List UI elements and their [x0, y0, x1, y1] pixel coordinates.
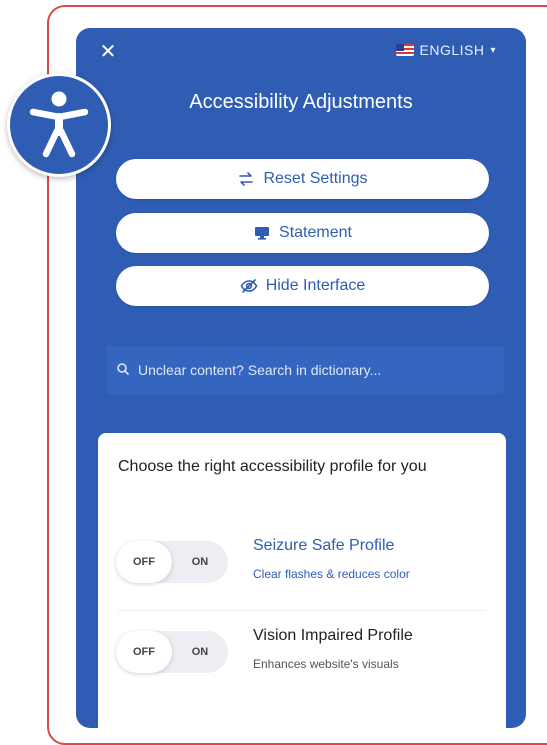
chevron-down-icon: ▾ — [490, 44, 496, 56]
profile-description: Clear flashes & reduces color — [253, 567, 410, 581]
accessibility-menu-button[interactable] — [7, 73, 111, 177]
language-label: ENGLISH — [419, 42, 485, 58]
eye-slash-icon — [240, 277, 258, 295]
reset-settings-label: Reset Settings — [263, 170, 368, 187]
monitor-icon — [253, 224, 271, 242]
hide-interface-label: Hide Interface — [265, 277, 366, 294]
reset-arrows-icon — [237, 170, 255, 188]
toggle-on-option[interactable]: ON — [172, 556, 228, 568]
profiles-card: Choose the right accessibility profile f… — [98, 433, 506, 728]
search-icon — [116, 362, 130, 379]
toggle-on-option[interactable]: ON — [172, 646, 228, 658]
profile-name: Vision Impaired Profile — [253, 627, 413, 644]
profile-description: Enhances website's visuals — [253, 657, 399, 671]
search-placeholder: Unclear content? Search in dictionary... — [138, 362, 382, 378]
us-flag-icon — [395, 44, 414, 56]
divider — [118, 610, 486, 611]
statement-label: Statement — [279, 224, 352, 241]
hide-interface-button[interactable]: Hide Interface — [116, 266, 489, 306]
profile-row: OFF ON Vision Impaired Profile Enhances … — [116, 621, 496, 681]
toggle-off-option[interactable]: OFF — [116, 541, 172, 583]
panel-title: Accessibility Adjustments — [189, 91, 413, 113]
statement-button[interactable]: Statement — [116, 213, 489, 253]
language-selector[interactable]: ENGLISH ▾ — [395, 42, 497, 58]
accessibility-person-icon — [29, 91, 89, 158]
accessibility-panel: ✕ ENGLISH ▾ Accessibility Adjustments Re… — [76, 28, 526, 728]
close-icon[interactable]: ✕ — [98, 42, 118, 62]
profile-name: Seizure Safe Profile — [253, 537, 395, 554]
profile-row: OFF ON Seizure Safe Profile Clear flashe… — [116, 531, 496, 591]
toggle-off-option[interactable]: OFF — [116, 631, 172, 673]
seizure-safe-toggle[interactable]: OFF ON — [116, 541, 228, 583]
dictionary-search-input[interactable]: Unclear content? Search in dictionary... — [106, 346, 504, 394]
profiles-heading: Choose the right accessibility profile f… — [118, 458, 427, 475]
vision-impaired-toggle[interactable]: OFF ON — [116, 631, 228, 673]
reset-settings-button[interactable]: Reset Settings — [116, 159, 489, 199]
